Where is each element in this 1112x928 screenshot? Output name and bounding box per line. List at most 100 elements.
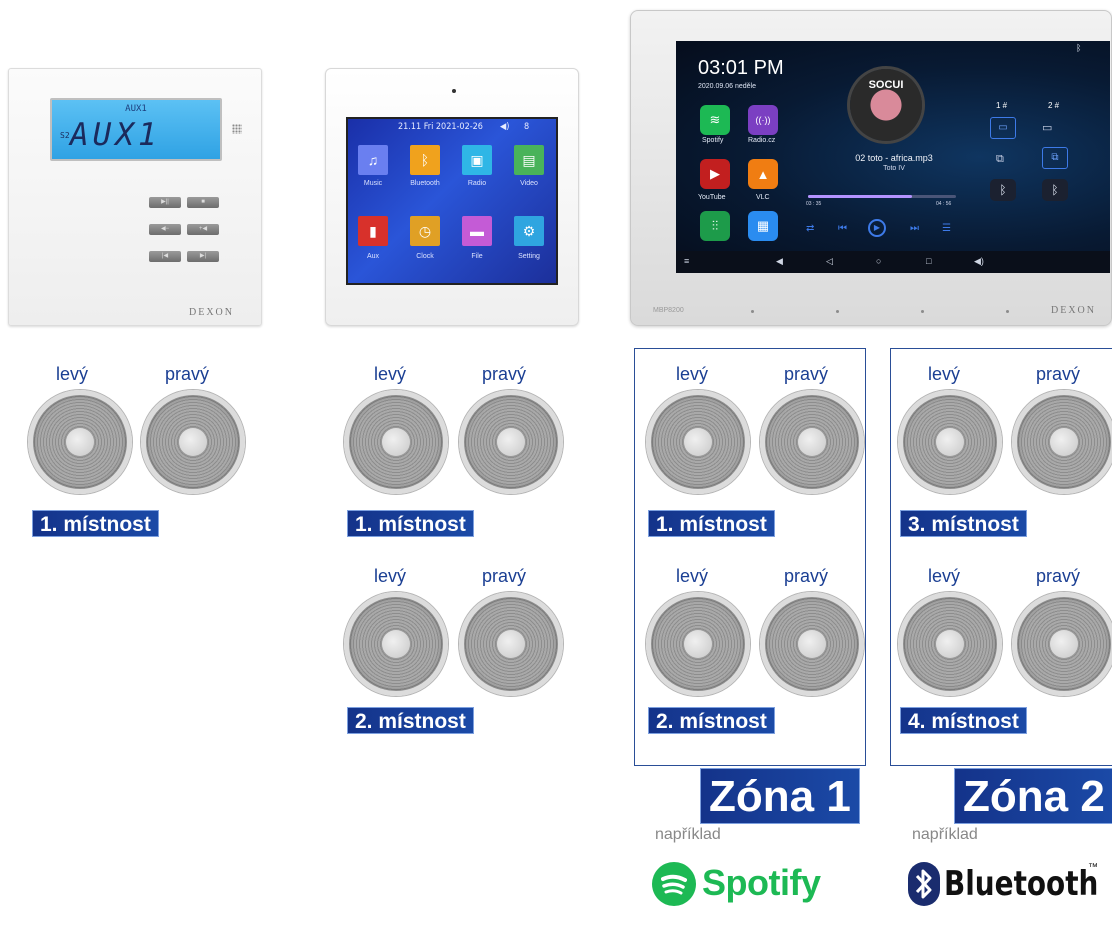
stop-button[interactable]: ■	[187, 197, 219, 208]
recents-icon[interactable]: □	[926, 256, 931, 266]
zone-2-source-icon[interactable]: ⧉	[1042, 147, 1068, 169]
room-1-badge: 1. místnost	[648, 510, 775, 537]
setting-label: Setting	[518, 253, 540, 260]
aux-tile[interactable]: ▮	[358, 216, 388, 246]
lcd-source-main: AUX1	[70, 117, 161, 153]
right-speaker	[760, 390, 864, 494]
right-speaker	[1012, 390, 1112, 494]
playlist-icon[interactable]: ☰	[942, 223, 951, 234]
setting-tile[interactable]: ⚙	[514, 216, 544, 246]
clock-label: Clock	[416, 253, 434, 260]
track-artist: Toto IV	[883, 165, 905, 172]
music-tile[interactable]: ♫	[358, 145, 388, 175]
touch-screen: 21.11 Fri 2021-02-26 ◀) 8 ♫ Music ᛒ Blue…	[346, 117, 558, 285]
right-label: pravý	[1036, 364, 1081, 384]
zone-1-tv-icon[interactable]: ▭	[990, 117, 1016, 139]
bluetooth-tile[interactable]: ᛒ	[410, 145, 440, 175]
indicator-dot	[836, 310, 839, 313]
camera-dot	[452, 89, 456, 93]
indicator-dot	[1006, 310, 1009, 313]
room-2-badge: 2. místnost	[648, 707, 775, 734]
lcd-display: AUX1 S2 AUX1	[50, 98, 222, 161]
zone-1-bluetooth-icon[interactable]: ᛒ	[990, 179, 1016, 201]
back-icon[interactable]: ◁	[826, 256, 833, 267]
left-label: levý	[374, 364, 407, 384]
volume-down-button[interactable]: ◀−	[149, 224, 181, 235]
progress-track[interactable]	[808, 195, 956, 198]
youtube-app-icon[interactable]: ▶	[700, 159, 730, 189]
room-1-badge: 1. místnost	[32, 510, 159, 537]
room-2-badge: 2. místnost	[347, 707, 474, 734]
video-label: Video	[520, 180, 538, 187]
aux-label: Aux	[366, 253, 380, 260]
radio-app-label: Radio.cz	[748, 137, 776, 144]
left-speaker	[898, 390, 1002, 494]
clock-date: 2020.09.06 neděle	[698, 83, 756, 90]
radio-label: Radio	[467, 180, 487, 187]
total-time: 04 : 56	[936, 201, 952, 207]
next-icon[interactable]: ⏭	[910, 223, 919, 234]
right-speaker	[141, 390, 245, 494]
clock-tile[interactable]: ◷	[410, 216, 440, 246]
volume-down-icon[interactable]: ◀	[776, 256, 783, 267]
zone-1-source-icon[interactable]: ⧉	[996, 153, 1004, 166]
left-label: levý	[676, 364, 709, 384]
play-pause-button[interactable]: ▶||	[149, 197, 181, 208]
lcd-s2: S2	[60, 131, 70, 140]
right-speaker	[459, 390, 563, 494]
spotify-logo-text: Spotify	[702, 862, 821, 903]
indicator-dot	[751, 310, 754, 313]
spotify-logo-icon	[652, 862, 696, 906]
elapsed-time: 03 : 35	[806, 201, 822, 207]
previous-button[interactable]: |◀	[149, 251, 181, 262]
indicator-dot	[921, 310, 924, 313]
left-speaker	[344, 390, 448, 494]
left-speaker	[898, 592, 1002, 696]
left-label: levý	[676, 566, 709, 586]
repeat-icon[interactable]: ⇄	[806, 223, 814, 234]
album-art: SOCUI	[850, 69, 922, 141]
volume-up-icon[interactable]: ◀)	[974, 256, 984, 267]
previous-icon[interactable]: ⏮	[838, 223, 847, 234]
example-label: například	[912, 826, 978, 843]
home-icon[interactable]: ○	[876, 256, 881, 266]
equalizer-app-icon[interactable]: ⫶⫶	[700, 211, 730, 241]
video-tile[interactable]: ▤	[514, 145, 544, 175]
radio-tile[interactable]: ▣	[462, 145, 492, 175]
next-button[interactable]: ▶|	[187, 251, 219, 262]
left-label: levý	[928, 364, 961, 384]
lcd-wall-amplifier: AUX1 S2 AUX1 ▶|| ■ ◀− +◀ |◀ ▶| DEXON	[8, 68, 262, 326]
right-label: pravý	[482, 566, 527, 586]
bluetooth-label: Bluetooth	[410, 180, 440, 187]
room-1-badge: 1. místnost	[347, 510, 474, 537]
left-label: levý	[928, 566, 961, 586]
vlc-app-label: VLC	[756, 194, 770, 201]
apps-grid-icon[interactable]: ▦	[748, 211, 778, 241]
youtube-app-label: YouTube	[698, 194, 726, 201]
right-label: pravý	[482, 364, 527, 384]
status-bluetooth-icon: ᛒ	[1076, 43, 1082, 53]
radio-app-icon[interactable]: ((·))	[748, 105, 778, 135]
right-label: pravý	[165, 364, 210, 384]
spotify-app-icon[interactable]: ≋	[700, 105, 730, 135]
zone-2-bluetooth-icon[interactable]: ᛒ	[1042, 179, 1068, 201]
vlc-app-icon[interactable]: ▲	[748, 159, 778, 189]
left-label: levý	[374, 566, 407, 586]
touch-panel-amplifier: 21.11 Fri 2021-02-26 ◀) 8 ♫ Music ᛒ Blue…	[325, 68, 579, 326]
right-speaker	[459, 592, 563, 696]
left-speaker	[344, 592, 448, 696]
lcd-source-small: AUX1	[125, 104, 147, 114]
play-icon[interactable]: ▶	[868, 219, 886, 237]
left-speaker	[646, 390, 750, 494]
volume-up-button[interactable]: +◀	[187, 224, 219, 235]
right-speaker	[760, 592, 864, 696]
zone-2-tv-icon[interactable]: ▭	[1042, 121, 1052, 134]
android-nav-bar: ≡ ◀ ◁ ○ □ ◀)	[676, 251, 1110, 273]
left-speaker	[28, 390, 132, 494]
bluetooth-logo-icon	[908, 862, 940, 906]
menu-icon[interactable]: ≡	[684, 256, 689, 266]
dexon-logo: DEXON	[1051, 305, 1096, 316]
zone-1-badge: Zóna 1	[700, 768, 860, 824]
file-tile[interactable]: ▬	[462, 216, 492, 246]
left-speaker	[646, 592, 750, 696]
